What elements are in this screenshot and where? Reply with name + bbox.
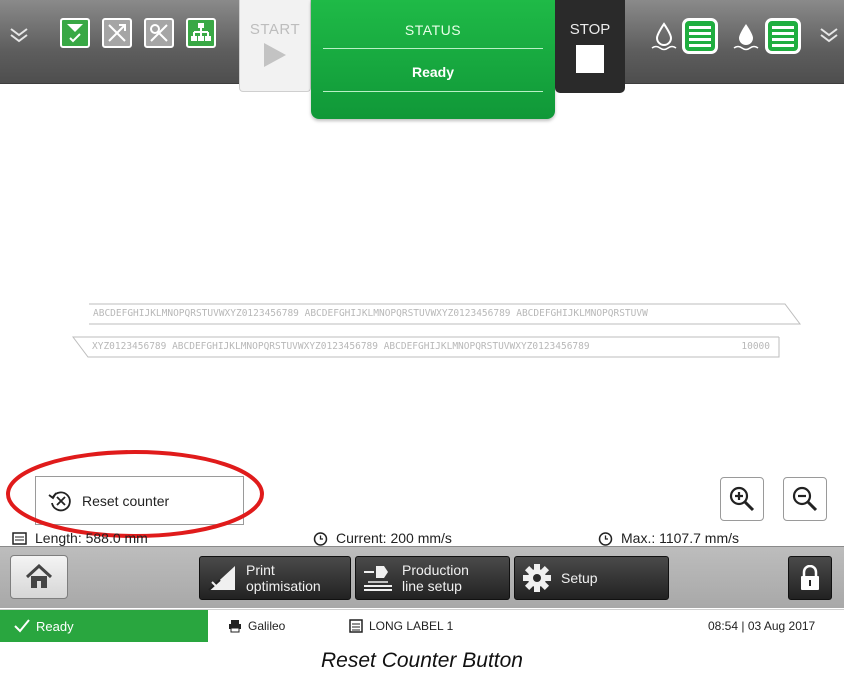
printer-name: Galileo [248, 619, 286, 633]
job-select-icon[interactable] [60, 18, 90, 48]
start-label: START [249, 21, 301, 38]
top-toolbar: START STATUS Ready STOP [0, 0, 844, 119]
printer-info: Galileo [228, 610, 285, 642]
label-preview-bottom-strip[interactable]: XYZ0123456789 ABCDEFGHIJKLMNOPQRSTUVWXYZ… [72, 336, 780, 358]
length-info: Length: 588.0 mm [12, 530, 148, 546]
production-line-icon [364, 566, 392, 591]
figure-caption: Reset Counter Button [321, 649, 523, 672]
clock-icon [598, 531, 613, 546]
print-optimisation-label-1: Print [246, 562, 275, 578]
length-value: Length: 588.0 mm [35, 530, 148, 546]
datetime-value: 08:54 | 03 Aug 2017 [708, 619, 816, 633]
print-optimisation-icon [208, 566, 235, 591]
status-title: STATUS [404, 22, 462, 38]
job-info: LONG LABEL 1 [349, 610, 453, 642]
lock-button[interactable] [788, 556, 832, 600]
expand-left-chevron-icon[interactable] [8, 24, 30, 46]
lock-icon [801, 565, 819, 590]
expand-right-chevron-icon[interactable] [818, 24, 840, 46]
gear-icon [523, 564, 551, 592]
bottom-navigation-bar: Print optimisation Production line setup [0, 546, 844, 608]
status-value: Ready [411, 64, 455, 80]
print-optimisation-button[interactable]: Print optimisation [199, 556, 351, 600]
zoom-in-icon [729, 486, 755, 512]
job-label-icon [349, 619, 363, 633]
max-speed-value: Max.: 1107.7 mm/s [621, 530, 740, 546]
zoom-in-button[interactable] [720, 477, 764, 521]
start-button[interactable]: START [239, 0, 311, 92]
current-speed-info: Current: 200 mm/s [313, 530, 452, 546]
play-icon [264, 43, 286, 67]
label-preview-top-strip[interactable]: ABCDEFGHIJKLMNOPQRSTUVWXYZ0123456789 ABC… [89, 303, 801, 325]
production-line-label-1: Production [402, 562, 469, 578]
setup-button[interactable]: Setup [514, 556, 669, 600]
production-line-label-2: line setup [402, 578, 462, 594]
stop-button[interactable]: STOP [555, 0, 625, 93]
status-divider [323, 48, 543, 49]
home-icon [25, 564, 53, 588]
reset-counter-button[interactable]: Reset counter [35, 476, 244, 525]
setup-label: Setup [561, 570, 598, 586]
zoom-out-button[interactable] [783, 477, 827, 521]
ink-gauge-icon[interactable] [765, 18, 801, 54]
printer-icon [229, 620, 241, 633]
print-optimisation-label-2: optimisation [246, 578, 321, 594]
fault-disabled-icon[interactable] [102, 18, 132, 48]
status-panel: STATUS Ready [311, 0, 555, 119]
reset-counter-label: Reset counter [82, 492, 170, 509]
label-length-icon [12, 531, 27, 545]
home-button[interactable] [10, 555, 68, 599]
solvent-level-icon[interactable] [648, 18, 680, 52]
clock-icon [313, 531, 328, 546]
datetime-info: 08:54 | 03 Aug 2017 [708, 610, 815, 642]
status-ready-label: Ready [36, 618, 74, 634]
ink-level-icon[interactable] [730, 18, 762, 52]
status-ready-indicator: Ready [0, 610, 208, 642]
label-text-bottom: XYZ0123456789 ABCDEFGHIJKLMNOPQRSTUVWXYZ… [92, 341, 590, 352]
max-speed-info: Max.: 1107.7 mm/s [598, 530, 739, 546]
label-text-top: ABCDEFGHIJKLMNOPQRSTUVWXYZ0123456789 ABC… [93, 308, 648, 319]
status-divider [323, 91, 543, 92]
network-icon[interactable] [186, 18, 216, 48]
current-speed-value: Current: 200 mm/s [336, 530, 452, 546]
label-counter-value: 10000 [741, 341, 770, 352]
production-line-setup-button[interactable]: Production line setup [355, 556, 510, 600]
checkmark-icon [14, 619, 30, 633]
stop-label: STOP [569, 21, 611, 38]
job-name: LONG LABEL 1 [369, 619, 454, 633]
zoom-out-icon [792, 486, 818, 512]
status-bar: Ready Galileo LONG LABEL 1 08:54 | 03 Au… [0, 609, 844, 642]
tools-disabled-icon[interactable] [144, 18, 174, 48]
solvent-gauge-icon[interactable] [682, 18, 718, 54]
reset-counter-icon [48, 491, 71, 511]
stop-icon [576, 45, 604, 73]
